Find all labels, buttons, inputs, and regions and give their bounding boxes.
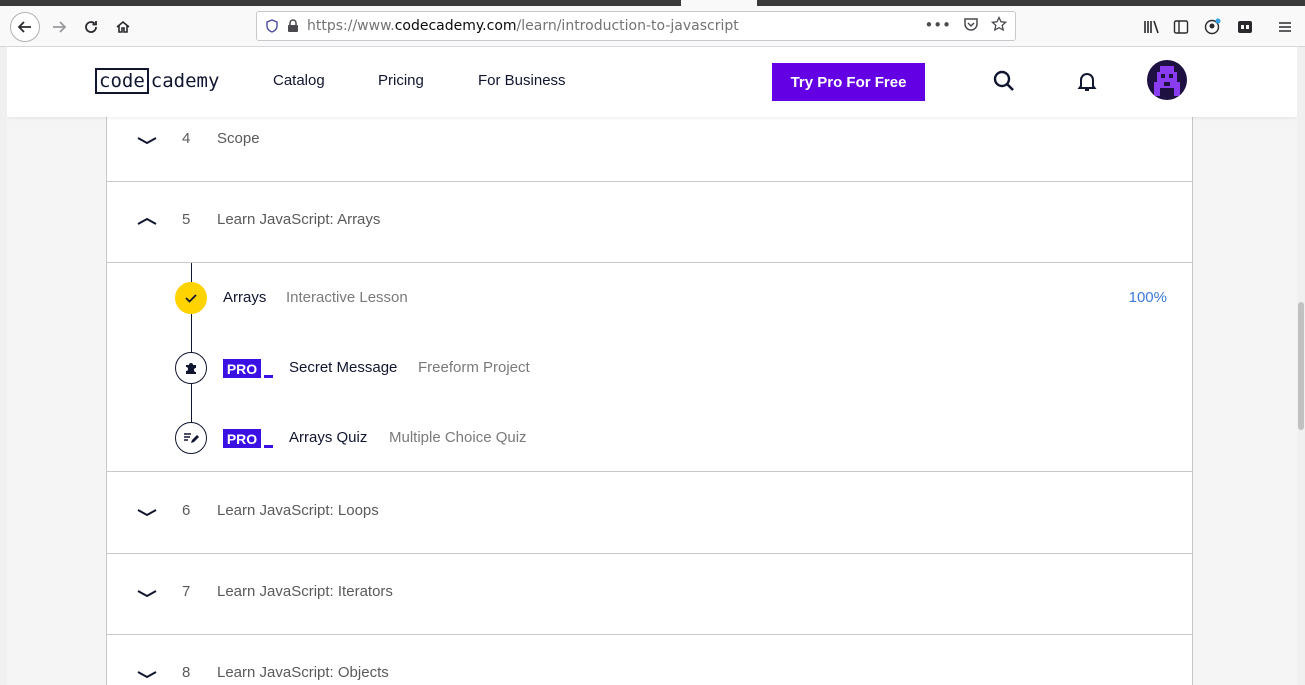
browser-toolbar: https://www.codecademy.com/learn/introdu…	[0, 6, 1305, 47]
chevron-up-icon	[137, 217, 157, 225]
shield-icon[interactable]	[265, 19, 279, 33]
url-bar[interactable]: https://www.codecademy.com/learn/introdu…	[256, 11, 1016, 41]
account-icon	[1204, 18, 1221, 35]
module-number: 4	[182, 130, 191, 147]
url-text: https://www.codecademy.com/learn/introdu…	[307, 18, 739, 34]
user-avatar[interactable]	[1147, 60, 1187, 100]
module-number: 7	[182, 583, 191, 600]
nav-catalog[interactable]: Catalog	[273, 72, 325, 89]
module-title: Learn JavaScript: Objects	[217, 664, 389, 681]
more-icon[interactable]: •••	[924, 16, 951, 34]
lesson-progress: 100%	[1128, 289, 1167, 306]
module-row[interactable]: 8 Learn JavaScript: Objects	[107, 635, 1192, 685]
chevron-down-icon	[137, 509, 157, 517]
home-icon	[116, 20, 130, 33]
module-number: 8	[182, 664, 191, 681]
extension-button[interactable]	[1232, 14, 1258, 40]
library-button[interactable]	[1139, 14, 1165, 40]
quiz-icon	[184, 433, 199, 443]
reload-button[interactable]	[78, 14, 104, 40]
page-content: code cademy Catalog Pricing For Business …	[7, 47, 1297, 685]
menu-button[interactable]	[1272, 14, 1298, 40]
account-button[interactable]	[1200, 14, 1226, 40]
syllabus: 4 Scope 5 Learn JavaScript: Arrays Array…	[106, 117, 1193, 685]
star-icon[interactable]	[991, 16, 1007, 32]
module-title: Learn JavaScript: Arrays	[217, 211, 381, 228]
home-button[interactable]	[110, 14, 136, 40]
module-number: 6	[182, 502, 191, 519]
module-row[interactable]: 6 Learn JavaScript: Loops	[107, 473, 1192, 554]
check-icon	[185, 294, 197, 303]
extension-icon	[1238, 21, 1252, 33]
lesson-type: Interactive Lesson	[286, 289, 408, 306]
lesson-name: Secret Message	[289, 359, 398, 376]
hamburger-icon	[1279, 22, 1291, 32]
lesson-list: Arrays Interactive Lesson 100% PRO Secre…	[107, 263, 1192, 472]
scrollbar-thumb[interactable]	[1298, 302, 1304, 430]
pixel-avatar-icon	[1154, 66, 1180, 96]
bell-icon	[1077, 73, 1097, 91]
puzzle-icon	[186, 363, 196, 374]
lesson-name: Arrays Quiz	[289, 429, 368, 446]
lesson-item[interactable]: Arrays Interactive Lesson 100%	[107, 278, 1192, 318]
lesson-type: Freeform Project	[418, 359, 530, 376]
sidebar-button[interactable]	[1168, 14, 1194, 40]
sidebar-icon	[1173, 20, 1189, 34]
back-button[interactable]	[10, 12, 40, 42]
module-title: Learn JavaScript: Iterators	[217, 583, 393, 600]
chevron-down-icon	[137, 590, 157, 598]
pro-badge: PRO	[223, 429, 273, 448]
lesson-item[interactable]: PRO Secret Message Freeform Project	[107, 348, 1192, 388]
lesson-status	[175, 352, 207, 384]
module-title: Scope	[217, 130, 260, 147]
arrow-right-icon	[53, 21, 67, 33]
pocket-icon[interactable]	[963, 16, 979, 32]
lesson-name: Arrays	[223, 289, 267, 306]
lock-icon[interactable]	[287, 19, 299, 33]
forward-button[interactable]	[46, 14, 72, 40]
search-button[interactable]	[992, 69, 1016, 93]
notifications-button[interactable]	[1075, 69, 1099, 93]
lesson-status	[175, 422, 207, 454]
chevron-down-icon	[137, 137, 157, 145]
lesson-item[interactable]: PRO Arrays Quiz Multiple Choice Quiz	[107, 418, 1192, 458]
nav-for-business[interactable]: For Business	[478, 72, 566, 89]
nav-pricing[interactable]: Pricing	[378, 72, 424, 89]
codecademy-logo[interactable]: code cademy	[95, 67, 219, 95]
lesson-status-complete	[175, 282, 207, 314]
site-header: code cademy Catalog Pricing For Business …	[7, 47, 1297, 117]
module-title: Learn JavaScript: Loops	[217, 502, 379, 519]
module-row[interactable]: 5 Learn JavaScript: Arrays	[107, 182, 1192, 263]
pro-badge: PRO	[223, 359, 273, 378]
try-pro-button[interactable]: Try Pro For Free	[772, 63, 925, 101]
library-icon	[1144, 20, 1159, 34]
chevron-down-icon	[137, 671, 157, 679]
page-scrollbar[interactable]	[1297, 47, 1305, 685]
search-icon	[993, 70, 1014, 91]
lesson-type: Multiple Choice Quiz	[389, 429, 527, 446]
arrow-left-icon	[17, 21, 31, 33]
module-row[interactable]: 7 Learn JavaScript: Iterators	[107, 554, 1192, 635]
module-number: 5	[182, 211, 191, 228]
reload-icon	[85, 21, 97, 33]
